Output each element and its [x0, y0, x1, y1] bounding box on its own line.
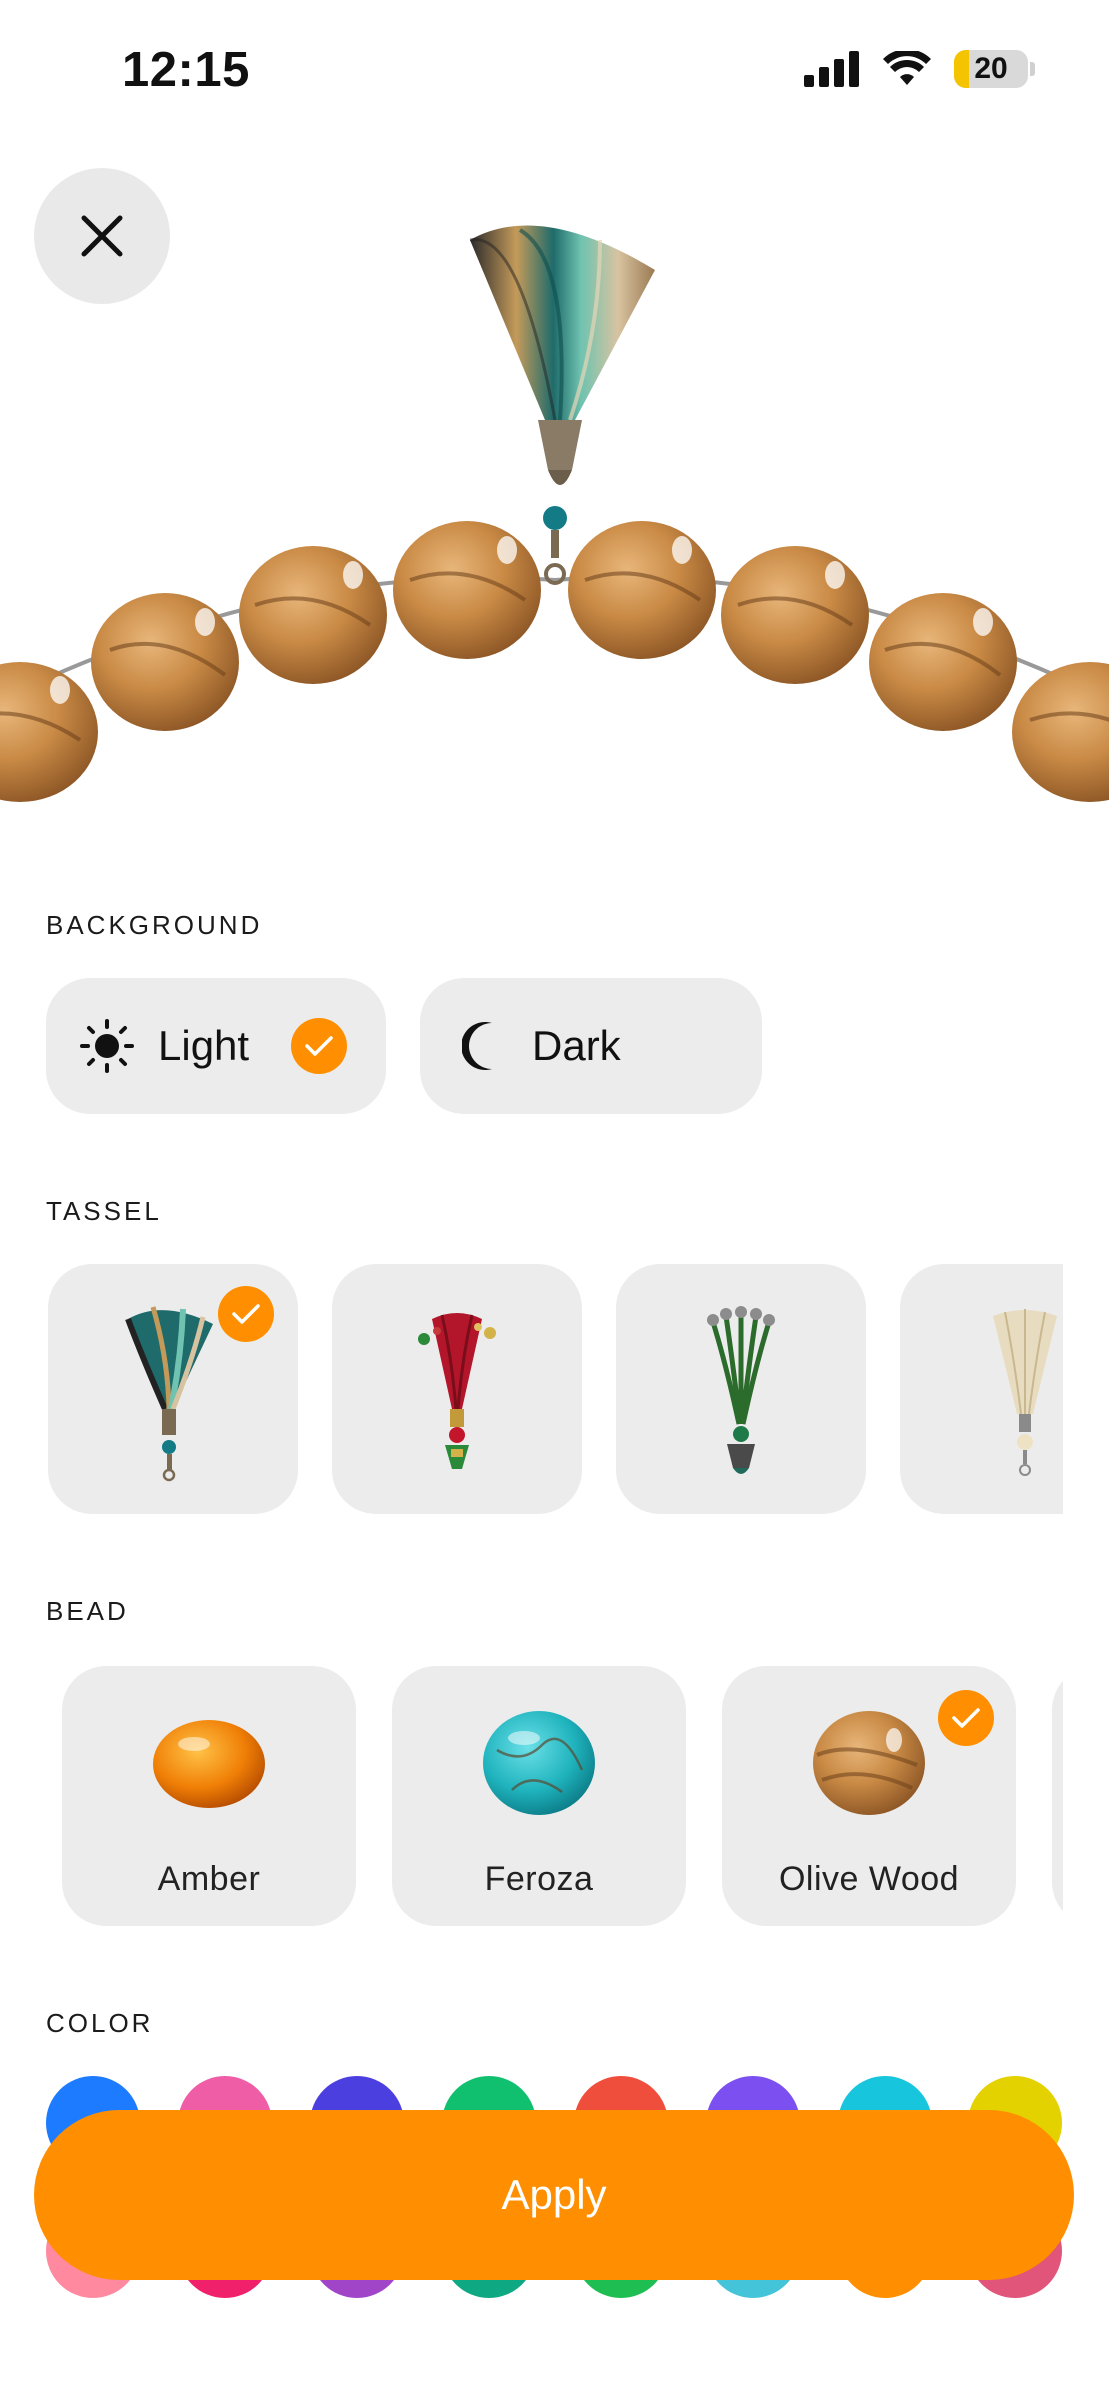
tassel-cream-image: [993, 1309, 1057, 1476]
battery-icon: 20: [954, 50, 1028, 88]
selected-check-icon: [938, 1690, 994, 1746]
tassel-option-red[interactable]: [332, 1264, 582, 1514]
bead-option-amber[interactable]: Amber: [62, 1666, 356, 1926]
feroza-bead-image: [483, 1711, 595, 1815]
bottom-fade: [0, 2300, 1109, 2400]
moon-icon: [462, 1022, 492, 1070]
tassel-teal-image: [125, 1306, 213, 1482]
tassel-red-image: [418, 1313, 496, 1469]
background-option-light[interactable]: Light: [46, 978, 386, 1114]
olive-wood-bead-image: [813, 1711, 925, 1815]
bead-option-label: Olive Wood: [778, 1860, 960, 1898]
close-icon: [81, 215, 123, 257]
sun-icon: [80, 1019, 134, 1073]
status-time: 12:15: [122, 43, 250, 97]
battery-level: 20: [974, 52, 1008, 85]
apply-button[interactable]: Apply: [34, 2110, 1074, 2280]
bead-option-next[interactable]: [1052, 1666, 1063, 1926]
wifi-icon: [883, 51, 931, 85]
tassel-green-image: [707, 1306, 775, 1474]
bead-section-label: BEAD: [46, 1596, 129, 1626]
tassel-carousel[interactable]: [48, 1264, 1063, 1516]
background-section-label: BACKGROUND: [46, 910, 263, 940]
status-icons: 20: [804, 50, 1035, 88]
tassel-section-label: TASSEL: [46, 1196, 162, 1226]
background-option-label: Light: [158, 1022, 250, 1069]
signal-icon: [804, 51, 859, 87]
amber-bead-image: [153, 1720, 265, 1808]
background-option-label: Dark: [532, 1022, 621, 1069]
color-section-label: COLOR: [46, 2008, 154, 2038]
tassel-option-cream[interactable]: [900, 1264, 1063, 1514]
bead-option-label: Amber: [157, 1860, 261, 1898]
tassel-option-teal[interactable]: [48, 1264, 298, 1514]
tassel-option-green[interactable]: [616, 1264, 866, 1514]
bead-option-feroza[interactable]: Feroza: [392, 1666, 686, 1926]
bead-carousel[interactable]: Amber Feroza Olive Wood: [62, 1664, 1063, 1928]
close-button[interactable]: [34, 168, 170, 304]
prayer-beads-preview: [0, 225, 1109, 802]
background-option-dark[interactable]: Dark: [420, 978, 762, 1114]
bead-option-olive-wood[interactable]: Olive Wood: [722, 1666, 1016, 1926]
apply-label: Apply: [501, 2171, 607, 2218]
selected-check-icon: [291, 1018, 348, 1074]
selected-check-icon: [218, 1286, 274, 1342]
bead-option-label: Feroza: [484, 1860, 594, 1898]
